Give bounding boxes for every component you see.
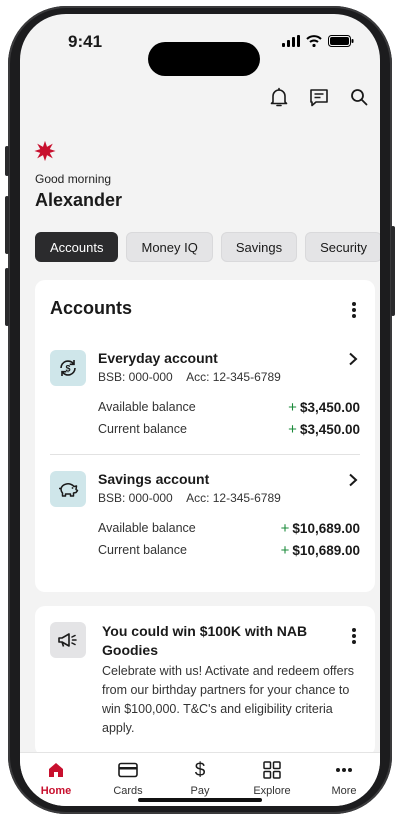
dynamic-island	[148, 42, 260, 76]
card-icon	[118, 759, 138, 781]
svg-text:$: $	[195, 760, 206, 780]
account-bsb: BSB: 000-000	[98, 491, 173, 505]
nav-more[interactable]: More	[308, 753, 380, 806]
megaphone-icon	[50, 622, 86, 658]
power-button	[391, 226, 395, 316]
chevron-right-icon	[349, 473, 358, 487]
promo-card[interactable]: You could win $100K with NAB Goodies Cel…	[35, 606, 375, 756]
home-icon	[47, 759, 65, 781]
tab-money-iq[interactable]: Money IQ	[126, 232, 213, 262]
available-balance-amount: + $10,689.00	[280, 520, 360, 537]
account-divider	[50, 454, 360, 455]
dollar-icon: $	[193, 759, 207, 781]
available-balance-row: Available balance + $3,450.00	[98, 399, 360, 416]
nav-home[interactable]: Home	[20, 753, 92, 806]
nav-label: Explore	[253, 785, 291, 797]
nav-label: More	[331, 785, 357, 797]
positive-sign: +	[288, 421, 297, 438]
status-icons	[282, 35, 354, 47]
account-acc: Acc: 12-345-6789	[186, 491, 281, 505]
cellular-signal-icon	[282, 35, 300, 47]
refresh-arrows-icon: $	[50, 350, 86, 386]
account-name: Savings account	[98, 471, 210, 487]
app-screen: 9:41 Good morning Alexander Accounts Mon…	[20, 14, 380, 806]
volume-down-button	[5, 268, 9, 326]
battery-icon	[328, 35, 354, 47]
status-bar: 9:41	[20, 32, 380, 76]
promo-more-options-icon[interactable]	[351, 628, 357, 644]
tab-accounts[interactable]: Accounts	[35, 232, 119, 262]
bell-icon[interactable]	[268, 86, 290, 108]
more-dots-icon	[335, 759, 353, 781]
svg-text:$: $	[65, 364, 70, 374]
mute-switch	[5, 146, 9, 176]
volume-up-button	[5, 196, 9, 254]
tab-security[interactable]: Security	[305, 232, 380, 262]
current-balance-row: Current balance + $3,450.00	[98, 421, 360, 438]
accounts-more-options-icon[interactable]	[351, 302, 357, 318]
current-balance-row: Current balance + $10,689.00	[98, 542, 360, 559]
current-balance-label: Current balance	[98, 422, 187, 436]
current-balance-label: Current balance	[98, 543, 187, 557]
piggy-bank-icon	[50, 471, 86, 507]
positive-sign: +	[288, 399, 297, 416]
grid-icon	[263, 759, 281, 781]
user-name: Alexander	[35, 190, 123, 210]
account-name: Everyday account	[98, 350, 218, 366]
available-balance-label: Available balance	[98, 400, 196, 414]
accounts-card: Accounts $ Everyday account BSB: 000-000…	[35, 280, 375, 592]
tab-bar: Accounts Money IQ Savings Security	[35, 232, 380, 262]
search-icon[interactable]	[348, 86, 370, 108]
tab-savings[interactable]: Savings	[220, 232, 298, 262]
current-balance-amount: + $3,450.00	[288, 421, 360, 438]
account-everyday[interactable]: $ Everyday account BSB: 000-000 Acc: 12-…	[50, 350, 360, 440]
current-balance-amount: + $10,689.00	[280, 542, 360, 559]
positive-sign: +	[280, 542, 290, 559]
greeting-text: Good morning	[35, 172, 112, 186]
message-icon[interactable]	[308, 86, 330, 108]
account-numbers: BSB: 000-000 Acc: 12-345-6789	[98, 370, 281, 384]
accounts-card-title: Accounts	[50, 298, 133, 318]
account-acc: Acc: 12-345-6789	[186, 370, 281, 384]
account-bsb: BSB: 000-000	[98, 370, 173, 384]
status-time: 9:41	[68, 32, 103, 51]
available-balance-row: Available balance + $10,689.00	[98, 520, 360, 537]
chevron-right-icon	[349, 352, 358, 366]
nav-label: Home	[40, 785, 72, 797]
home-indicator	[138, 798, 262, 802]
positive-sign: +	[280, 520, 290, 537]
nav-label: Pay	[190, 785, 210, 797]
nab-star-logo-icon	[34, 140, 56, 162]
promo-title: You could win $100K with NAB Goodies	[102, 623, 308, 658]
promo-body: Celebrate with us! Activate and redeem o…	[102, 664, 354, 735]
available-balance-label: Available balance	[98, 521, 196, 535]
account-numbers: BSB: 000-000 Acc: 12-345-6789	[98, 491, 281, 505]
wifi-icon	[306, 35, 322, 47]
header-actions	[268, 86, 370, 108]
account-savings[interactable]: Savings account BSB: 000-000 Acc: 12-345…	[50, 471, 360, 561]
nav-label: Cards	[113, 785, 143, 797]
available-balance-amount: + $3,450.00	[288, 399, 360, 416]
